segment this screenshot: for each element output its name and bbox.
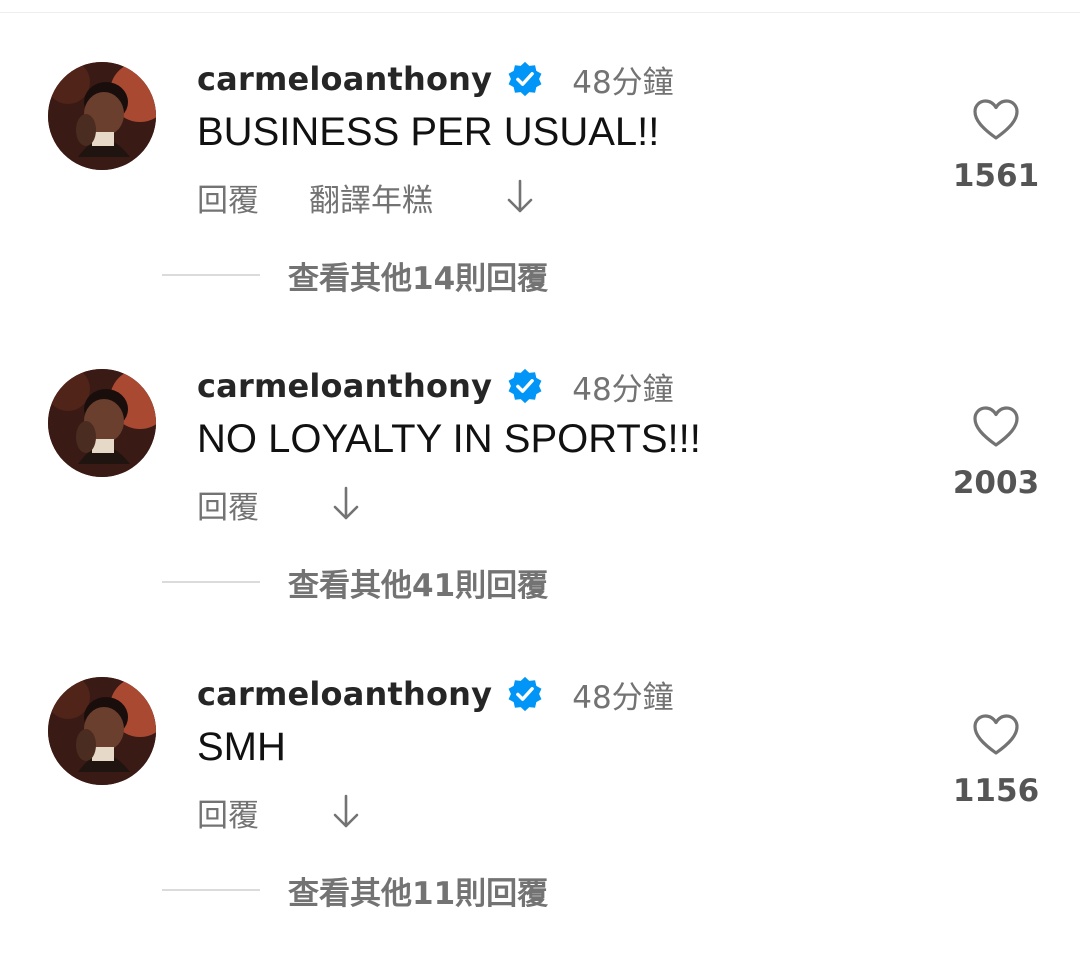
avatar[interactable] xyxy=(48,677,156,785)
view-replies-label: 查看其他41則回覆 xyxy=(288,567,549,604)
view-replies-button[interactable]: 查看其他41則回覆 xyxy=(162,557,548,607)
comment-header: carmeloanthony 48分鐘 xyxy=(197,54,674,104)
timestamp: 48分鐘 xyxy=(572,64,674,101)
translate-button[interactable]: 翻譯年糕 xyxy=(309,175,433,220)
reply-button[interactable]: 回覆 xyxy=(197,790,259,835)
like-block: 1561 xyxy=(940,98,1052,194)
like-block: 2003 xyxy=(940,405,1052,501)
avatar[interactable] xyxy=(48,369,156,477)
comment-text: BUSINESS PER USUAL!! xyxy=(197,110,660,154)
comment-header: carmeloanthony 48分鐘 xyxy=(197,361,674,411)
username[interactable]: carmeloanthony xyxy=(197,60,492,98)
username[interactable]: carmeloanthony xyxy=(197,675,492,713)
comment-item: carmeloanthony 48分鐘 BUSINESS PER USUAL!!… xyxy=(0,54,1080,361)
like-count: 1561 xyxy=(952,158,1040,194)
avatar[interactable] xyxy=(48,62,156,170)
like-count: 2003 xyxy=(952,465,1040,501)
comment-text: NO LOYALTY IN SPORTS!!! xyxy=(197,417,701,461)
view-replies-label: 查看其他14則回覆 xyxy=(288,260,549,297)
view-replies-button[interactable]: 查看其他14則回覆 xyxy=(162,250,548,300)
arrow-down-icon[interactable] xyxy=(329,792,363,832)
comment-item: carmeloanthony 48分鐘 NO LOYALTY IN SPORTS… xyxy=(0,361,1080,668)
timestamp: 48分鐘 xyxy=(572,679,674,716)
comment-text: SMH xyxy=(197,725,286,769)
replies-divider xyxy=(162,889,260,891)
heart-outline-icon[interactable] xyxy=(972,405,1020,449)
view-replies-button[interactable]: 查看其他11則回覆 xyxy=(162,865,548,915)
verified-badge-icon xyxy=(506,675,544,713)
heart-outline-icon[interactable] xyxy=(972,98,1020,142)
like-count: 1156 xyxy=(952,773,1040,809)
heart-outline-icon[interactable] xyxy=(972,713,1020,757)
replies-divider xyxy=(162,274,260,276)
arrow-down-icon[interactable] xyxy=(503,177,537,217)
comment-actions: 回覆 xyxy=(197,789,363,835)
comment-actions: 回覆 xyxy=(197,481,363,527)
comment-header: carmeloanthony 48分鐘 xyxy=(197,669,674,719)
reply-button[interactable]: 回覆 xyxy=(197,175,259,220)
timestamp: 48分鐘 xyxy=(572,371,674,408)
view-replies-label: 查看其他11則回覆 xyxy=(288,875,549,912)
comment-actions: 回覆 翻譯年糕 xyxy=(197,174,537,220)
arrow-down-icon[interactable] xyxy=(329,484,363,524)
verified-badge-icon xyxy=(506,60,544,98)
comment-item: carmeloanthony 48分鐘 SMH 回覆 1156 查看其他11則回… xyxy=(0,669,1080,976)
top-divider xyxy=(0,12,1080,13)
like-block: 1156 xyxy=(940,713,1052,809)
reply-button[interactable]: 回覆 xyxy=(197,482,259,527)
verified-badge-icon xyxy=(506,367,544,405)
username[interactable]: carmeloanthony xyxy=(197,367,492,405)
replies-divider xyxy=(162,581,260,583)
